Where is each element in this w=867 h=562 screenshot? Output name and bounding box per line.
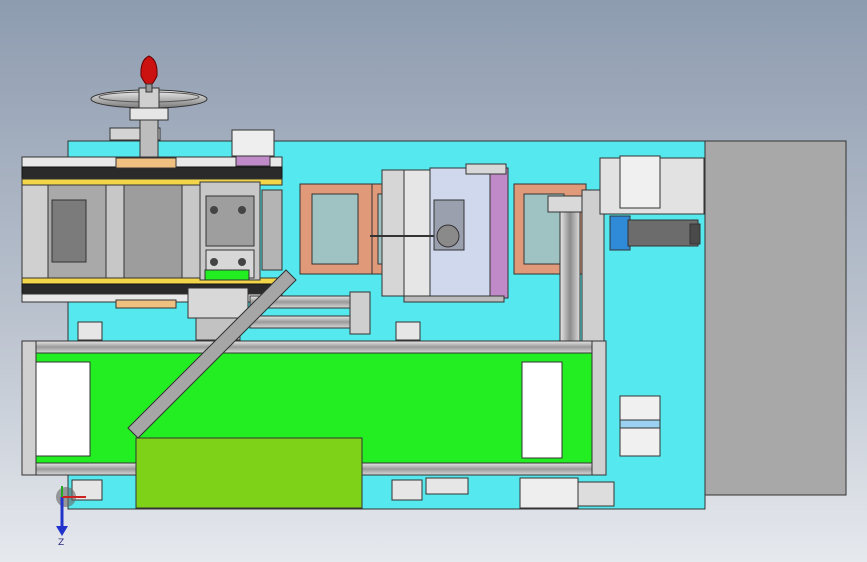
handle-knob-icon (140, 55, 158, 87)
cad-viewport[interactable]: Z (0, 0, 867, 562)
machine-assembly-drawing: Z (21, 55, 847, 548)
electrical-cabinet (704, 140, 847, 496)
triad-axis-label: Z (58, 538, 64, 548)
gripper-module (370, 163, 509, 303)
product-block (135, 437, 363, 509)
tray-left (299, 183, 375, 275)
